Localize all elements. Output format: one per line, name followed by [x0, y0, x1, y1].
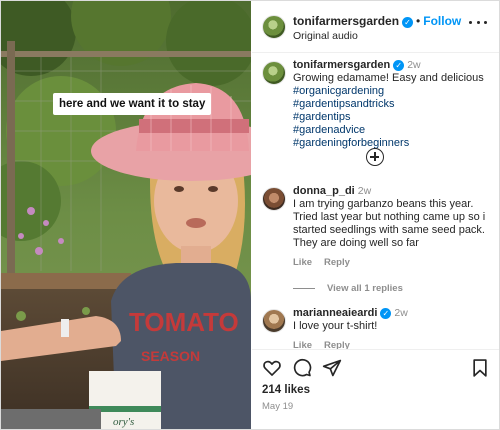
heart-icon[interactable] — [262, 358, 282, 378]
post-date[interactable]: May 19 — [262, 401, 293, 412]
shirt-subtext: SEASON — [141, 348, 200, 364]
hashtag-link[interactable]: #gardentips — [293, 111, 493, 124]
author-avatar[interactable] — [262, 61, 286, 85]
likes-count[interactable]: 214 likes — [262, 384, 310, 396]
comment-like-button[interactable]: Like — [293, 340, 312, 349]
caption-text: Growing edamame! Easy and delicious — [293, 72, 484, 84]
comment-time: 2w — [394, 307, 408, 319]
commenter-avatar[interactable] — [262, 187, 286, 211]
separator-dot: • — [416, 14, 421, 28]
verified-icon: ✓ — [393, 60, 405, 71]
video-frame-image: TOMATO SEASON ory's — [1, 1, 251, 429]
author-username[interactable]: tonifarmersgarden — [293, 14, 399, 28]
more-options-icon[interactable] — [469, 15, 487, 29]
comments-section[interactable]: tonifarmersgarden ✓ 2w Growing edamame! Ea… — [252, 53, 499, 349]
hashtag-link[interactable]: #gardeningforbeginners — [293, 137, 493, 150]
post-footer: 214 likes May 19 — [252, 349, 499, 429]
video-caption-overlay: here and we want it to stay — [53, 93, 212, 115]
header-user-line: tonifarmersgarden ✓ • Follow — [293, 14, 461, 28]
add-comment-icon[interactable] — [366, 148, 384, 166]
author-avatar[interactable] — [262, 15, 286, 39]
packet-text: ory's — [113, 416, 134, 428]
comment-text: I love your t-shirt! — [293, 320, 378, 332]
bookmark-icon[interactable] — [470, 358, 490, 378]
comment-username[interactable]: donna_p_di — [293, 185, 355, 197]
share-icon[interactable] — [322, 358, 342, 378]
caption-time[interactable]: 2w — [407, 59, 420, 71]
hashtag-link[interactable]: #gardentipsandtricks — [293, 98, 493, 111]
verified-icon: ✓ — [380, 308, 392, 319]
verified-icon: ✓ — [402, 17, 414, 28]
comment-reply-button[interactable]: Reply — [324, 257, 350, 268]
comment-username[interactable]: marianneaieardi — [293, 307, 377, 319]
comment-icon[interactable] — [292, 358, 312, 378]
action-bar — [262, 358, 490, 380]
comment-like-button[interactable]: Like — [293, 257, 312, 268]
audio-label[interactable]: Original audio — [293, 30, 358, 42]
hashtag-link[interactable]: #organicgardening — [293, 85, 493, 98]
commenter-avatar[interactable] — [262, 309, 286, 333]
post-header: tonifarmersgarden ✓ • Follow Original audio — [252, 1, 499, 53]
shirt-text: TOMATO — [129, 307, 239, 337]
comment-time: 2w — [357, 185, 372, 197]
follow-button[interactable]: Follow — [423, 14, 461, 28]
comment-text: I am trying garbanzo beans this year. Tr… — [293, 198, 486, 249]
view-replies-button[interactable]: View all 1 replies — [293, 283, 403, 294]
hashtag-link[interactable]: #gardenadvice — [293, 124, 493, 137]
caption-username[interactable]: tonifarmersgarden — [293, 59, 390, 71]
post-panel: tonifarmersgarden ✓ • Follow Original audio… — [252, 1, 499, 429]
post-video[interactable]: TOMATO SEASON ory's here and we want it … — [1, 1, 251, 429]
comment-reply-button[interactable]: Reply — [324, 340, 350, 349]
